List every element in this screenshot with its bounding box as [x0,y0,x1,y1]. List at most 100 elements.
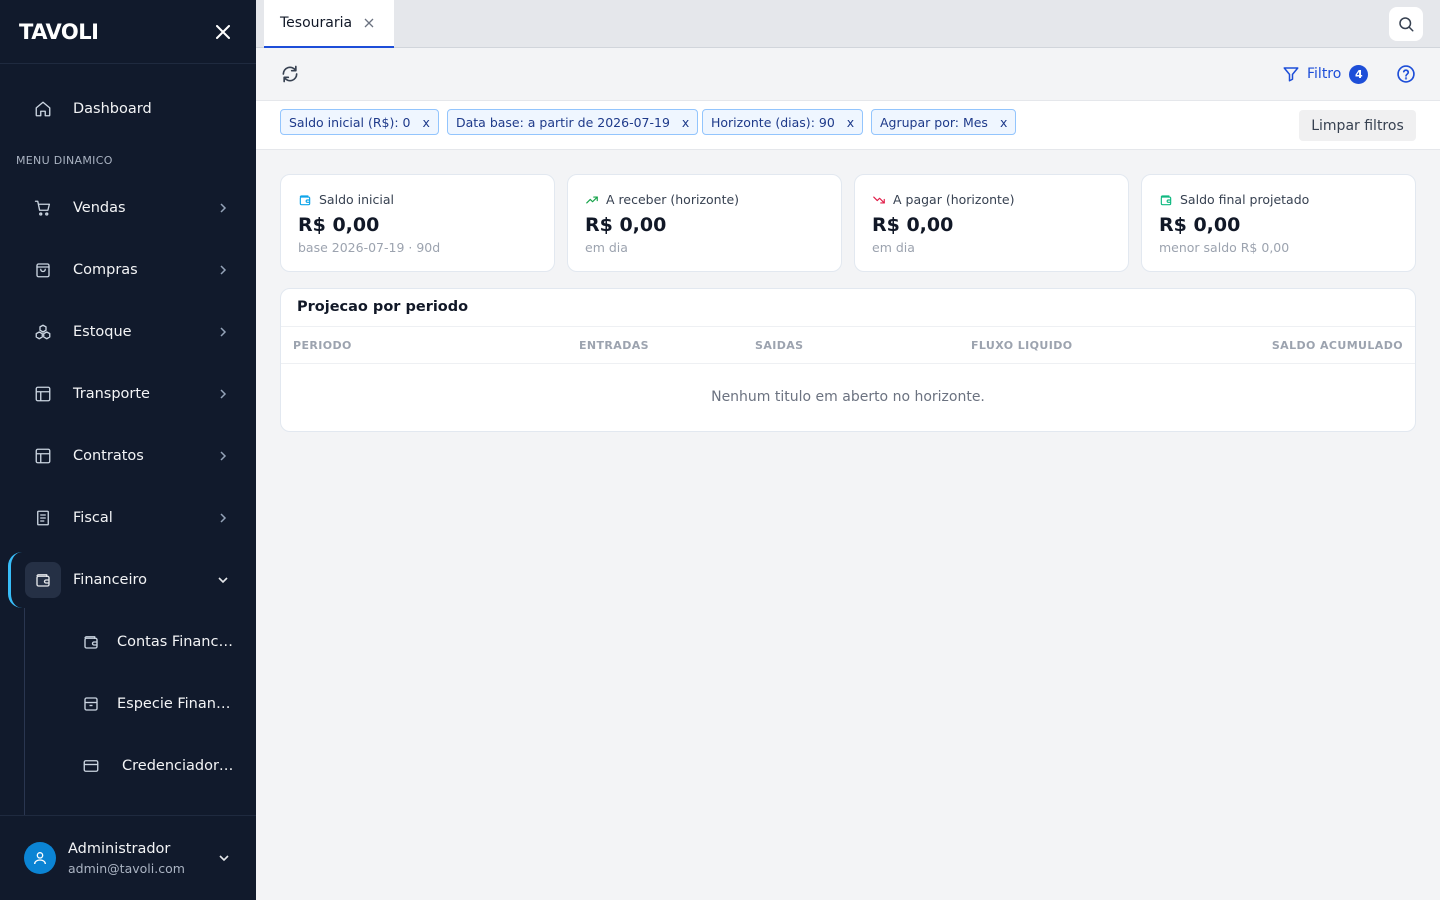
filter-chip-label: Saldo inicial (R$): 0 [289,114,411,130]
filter-count-badge: 4 [1349,64,1369,84]
layout-icon [33,384,53,404]
column-header-fluxo-liquido[interactable]: FLUXO LIQUIDO [971,339,1073,352]
filter-label: Filtro [1307,66,1342,82]
column-header-entradas[interactable]: ENTRADAS [579,339,649,352]
remove-filter-button[interactable]: x [1000,115,1007,130]
sidebar-item-label: Dashboard [73,101,152,117]
sidebar-subitem-label: Credenciador… [122,758,234,774]
archive-icon [81,694,101,714]
help-icon[interactable] [1396,64,1416,84]
panel-title: Projecao por periodo [297,299,469,315]
sidebar-subitem-label: Especie Finan… [117,696,231,712]
remove-filter-button[interactable]: x [682,115,689,130]
tab-tesouraria[interactable]: Tesouraria [264,0,394,48]
card-value: R$ 0,00 [298,214,380,236]
filter-chip-label: Data base: a partir de 2026-07-19 [456,114,670,130]
chevron-right-icon [216,511,230,525]
card-subtext: menor saldo R$ 0,00 [1159,240,1290,255]
wallet-icon [299,194,311,205]
sidebar-item-label: Transporte [73,386,150,402]
summary-card-saldo-final: Saldo final projetado R$ 0,00 menor sald… [1141,174,1416,272]
filter-chip: Horizonte (dias): 90 x [702,109,864,135]
chevron-right-icon [216,263,230,277]
projection-panel: Projecao por periodo PERIODO ENTRADAS SA… [280,288,1416,432]
card-label: A receber (horizonte) [606,192,740,207]
search-button[interactable] [1389,7,1423,41]
menu-section-title: MENU DINAMICO [16,154,113,167]
brand-logo: TAVOLI [19,19,99,44]
column-header-saldo-acumulado[interactable]: SALDO ACUMULADO [1272,339,1403,352]
chevron-right-icon [216,325,230,339]
sidebar-subitem-contas-financeiras[interactable]: Contas Financ… [0,620,256,664]
filter-chip: Saldo inicial (R$): 0 x [280,109,439,135]
filter-chip: Agrupar por: Mes x [871,109,1017,135]
card-subtext: em dia [872,240,915,255]
clear-filters-button[interactable]: Limpar filtros [1299,110,1416,141]
sidebar-item-transporte[interactable]: Transporte [0,372,256,416]
chevron-down-icon [216,573,230,587]
sidebar-item-financeiro[interactable]: Financeiro [0,558,256,602]
sidebar-item-estoque[interactable]: Estoque [0,310,256,354]
active-filters-bar: Saldo inicial (R$): 0 x Data base: a par… [256,101,1440,150]
search-icon [1399,17,1414,32]
sidebar-item-compras[interactable]: Compras [0,248,256,292]
sidebar-item-contratos[interactable]: Contratos [0,434,256,478]
home-icon [33,99,53,119]
remove-filter-button[interactable]: x [847,115,854,130]
sidebar-item-label: Vendas [73,200,126,216]
refresh-icon[interactable] [280,64,300,84]
sidebar-item-label: Compras [73,262,138,278]
sidebar-item-label: Estoque [73,324,132,340]
card-value: R$ 0,00 [585,214,667,236]
avatar [24,842,56,874]
chevron-right-icon [216,449,230,463]
chevron-right-icon [216,387,230,401]
sidebar-item-vendas[interactable]: Vendas [0,186,256,230]
close-sidebar-icon[interactable] [214,23,232,41]
filter-chip: Data base: a partir de 2026-07-19 x [447,109,699,135]
sidebar-subitem-especie-financeira[interactable]: Especie Finan… [0,682,256,726]
chevron-right-icon [216,201,230,215]
filter-chip-label: Agrupar por: Mes [880,114,988,130]
column-header-periodo[interactable]: PERIODO [293,339,352,352]
table-header: PERIODO ENTRADAS SAIDAS FLUXO LIQUIDO SA… [281,326,1415,364]
wallet-icon [81,632,101,652]
card-label: Saldo final projetado [1180,192,1310,207]
receipt-icon [33,508,53,528]
filter-button[interactable]: Filtro 4 [1282,63,1369,85]
sidebar-header: TAVOLI [0,0,256,64]
card-value: R$ 0,00 [872,214,954,236]
shopping-bag-icon [33,260,53,280]
sidebar-item-dashboard[interactable]: Dashboard [0,87,256,131]
filter-chip-label: Horizonte (dias): 90 [711,114,835,130]
cart-icon [33,198,53,218]
trending-up-icon [586,196,598,203]
user-profile[interactable]: Administrador admin@tavoli.com [0,815,256,900]
user-email: admin@tavoli.com [68,861,185,876]
trending-down-icon [873,196,885,203]
sidebar-subitem-label: Contas Financ… [117,634,233,650]
empty-state-message: Nenhum titulo em aberto no horizonte. [711,389,985,405]
tab-bar: Tesouraria [256,0,1440,48]
sidebar-item-fiscal[interactable]: Fiscal [0,496,256,540]
card-label: A pagar (horizonte) [893,192,1015,207]
card-value: R$ 0,00 [1159,214,1241,236]
remove-filter-button[interactable]: x [422,115,429,130]
close-tab-icon[interactable] [363,17,375,29]
sidebar-item-label: Fiscal [73,510,113,526]
card-subtext: base 2026-07-19 · 90d [298,240,441,255]
card-subtext: em dia [585,240,628,255]
layout-icon [33,446,53,466]
sidebar-subitem-credenciadora[interactable]: Credenciador… [0,744,256,788]
column-header-saidas[interactable]: SAIDAS [755,339,804,352]
sidebar-item-label: Financeiro [73,572,148,588]
credit-card-icon [81,756,101,776]
chevron-down-icon[interactable] [217,851,231,865]
toolbar: Filtro 4 [256,48,1440,101]
card-label: Saldo inicial [319,192,394,207]
boxes-icon [33,322,53,342]
summary-card-a-receber: A receber (horizonte) R$ 0,00 em dia [567,174,842,272]
tab-label: Tesouraria [280,15,353,31]
summary-card-saldo-inicial: Saldo inicial R$ 0,00 base 2026-07-19 · … [280,174,555,272]
wallet-icon [1160,194,1172,205]
